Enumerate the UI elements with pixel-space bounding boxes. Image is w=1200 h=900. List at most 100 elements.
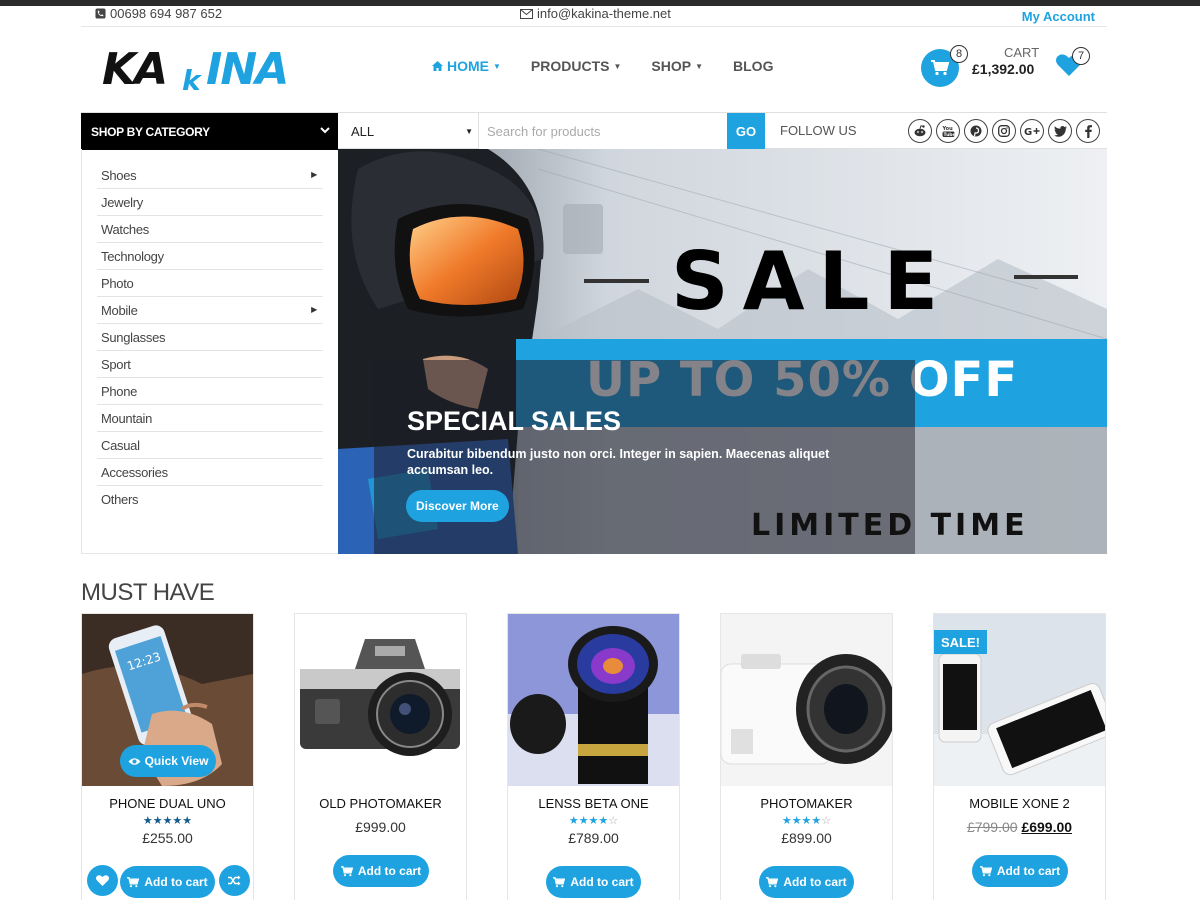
nav-products-label: PRODUCTS [530, 58, 610, 74]
hero-banner: SALE UP TO 50% OFF LIMITED TIME SPECIAL … [338, 149, 1107, 554]
sidebar-category-label: Sunglasses [101, 329, 166, 345]
product-card[interactable]: PHOTOMAKER ★★★★☆ £899.00 Add to cart [720, 613, 893, 900]
sidebar-category-item[interactable]: Sport [97, 351, 323, 378]
shop-by-category-label: SHOP BY CATEGORY [91, 124, 210, 139]
product-name[interactable]: OLD PHOTOMAKER [295, 796, 466, 811]
discover-more-button[interactable]: Discover More [406, 490, 509, 522]
product-name[interactable]: PHONE DUAL UNO [82, 796, 253, 811]
compare-button[interactable] [219, 865, 250, 896]
add-to-cart-label: Add to cart [996, 864, 1061, 878]
category-sidebar: Shoes ▶ Jewelry Watches Technology Photo Mobil… [81, 149, 338, 554]
caret-right-icon: ▶ [311, 170, 317, 179]
sidebar-category-item[interactable]: Casual [97, 432, 323, 459]
my-account-link[interactable]: My Account [1022, 9, 1095, 24]
sidebar-category-label: Photo [101, 275, 134, 291]
hero-divider-right [1014, 275, 1078, 279]
caret-down-icon: ▼ [613, 61, 622, 71]
main-nav: HOME ▼ PRODUCTS ▼ SHOP ▼ BLOG [432, 58, 803, 74]
quick-view-label: Quick View [144, 754, 209, 768]
phone-icon [95, 8, 106, 19]
cart-label[interactable]: CART [1004, 45, 1039, 60]
pinterest-icon[interactable] [964, 119, 988, 143]
product-old-price: £799.00 [966, 819, 1018, 835]
sidebar-category-item[interactable]: Mountain [97, 405, 323, 432]
add-to-wishlist-button[interactable] [87, 865, 118, 896]
product-sale-price: £699.00 [1021, 819, 1073, 835]
search-input[interactable] [479, 113, 727, 150]
add-to-cart-button[interactable]: Add to cart [333, 855, 429, 887]
product-name[interactable]: LENSS BETA ONE [508, 796, 679, 811]
product-image[interactable] [295, 614, 466, 786]
nav-home[interactable]: HOME ▼ [432, 58, 501, 74]
envelope-icon [520, 8, 533, 19]
shopping-cart-icon [979, 865, 992, 876]
nav-blog-label: BLOG [733, 58, 774, 74]
add-to-cart-button[interactable]: Add to cart [972, 855, 1068, 887]
youtube-icon[interactable]: You Tube [936, 119, 960, 143]
sidebar-category-label: Phone [101, 383, 138, 399]
product-card[interactable]: LENSS BETA ONE ★★★★☆ £789.00 Add to cart [507, 613, 680, 900]
add-to-cart-button[interactable]: Add to cart [120, 866, 215, 898]
nav-shop[interactable]: SHOP ▼ [651, 58, 703, 74]
star-icon: ★★★★ [781, 815, 822, 827]
google-plus-icon[interactable]: G [1020, 119, 1044, 143]
sidebar-category-item[interactable]: Phone [97, 378, 323, 405]
facebook-icon[interactable] [1076, 119, 1100, 143]
sidebar-category-item[interactable]: Shoes ▶ [97, 162, 323, 189]
nav-shop-label: SHOP [651, 58, 692, 74]
kakina-logo[interactable]: KA k INA [102, 44, 320, 94]
twitter-icon[interactable] [1048, 119, 1072, 143]
product-image[interactable] [508, 614, 679, 786]
product-card[interactable]: OLD PHOTOMAKER £999.00 Add to cart [294, 613, 467, 900]
heart-icon [96, 875, 109, 886]
category-select[interactable]: ALL ▼ [338, 113, 479, 150]
product-price: £999.00 [355, 819, 406, 835]
product-rating: ★★★★☆ [508, 814, 679, 827]
hero-description: Curabitur bibendum justo non orci. Integ… [407, 447, 830, 477]
sidebar-category-label: Others [101, 492, 139, 507]
hero-divider-left [584, 279, 649, 283]
sidebar-category-label: Sport [101, 356, 131, 372]
sidebar-category-label: Mobile [101, 302, 138, 318]
sidebar-category-item[interactable]: Watches [97, 216, 323, 243]
svg-text:k: k [182, 64, 203, 94]
sidebar-category-item[interactable]: Sunglasses [97, 324, 323, 351]
add-to-cart-label: Add to cart [357, 864, 422, 878]
nav-products[interactable]: PRODUCTS ▼ [531, 58, 621, 74]
shop-by-category-toggle[interactable]: SHOP BY CATEGORY [81, 113, 338, 150]
email-info: info@kakina-theme.net [520, 6, 671, 21]
email-address[interactable]: info@kakina-theme.net [537, 6, 671, 21]
sidebar-category-item[interactable]: Photo [97, 270, 323, 297]
add-to-cart-button[interactable]: Add to cart [546, 866, 641, 898]
product-name[interactable]: PHOTOMAKER [721, 796, 892, 811]
add-to-cart-button[interactable]: Add to cart [759, 866, 854, 898]
reddit-icon[interactable] [908, 119, 932, 143]
shopping-cart-icon [766, 876, 779, 887]
caret-down-icon: ▼ [465, 127, 473, 136]
caret-down-icon: ▼ [493, 61, 501, 71]
product-name[interactable]: MOBILE XONE 2 [934, 796, 1105, 811]
product-image[interactable] [721, 614, 892, 786]
svg-text:Tube: Tube [943, 132, 955, 138]
sidebar-category-item[interactable]: Mobile ▶ [97, 297, 323, 324]
search-go-button[interactable]: GO [727, 113, 765, 150]
product-card[interactable]: 12:23 Quick View PHONE DUAL UNO ★★★★★ £2… [81, 613, 254, 900]
svg-text:G: G [1024, 127, 1032, 136]
product-grid: 12:23 Quick View PHONE DUAL UNO ★★★★★ £2… [81, 613, 1107, 900]
nav-blog[interactable]: BLOG [733, 58, 773, 74]
sidebar-category-item[interactable]: Accessories [97, 459, 323, 486]
sidebar-category-item[interactable]: Technology [97, 243, 323, 270]
cart-total[interactable]: £1,392.00 [972, 61, 1034, 77]
quick-view-button[interactable]: Quick View [120, 745, 216, 777]
wishlist-count-badge: 7 [1072, 47, 1090, 65]
sale-badge: SALE! [934, 630, 987, 654]
sidebar-category-item[interactable]: Others [97, 486, 323, 513]
hero-limited-text: LIMITED TIME [751, 508, 1029, 543]
cart-count-badge: 8 [950, 45, 968, 63]
product-card[interactable]: SALE! MOBILE XONE 2 £799.00 £699.00 Add … [933, 613, 1106, 900]
caret-right-icon: ▶ [311, 305, 317, 314]
instagram-icon[interactable] [992, 119, 1016, 143]
home-icon [432, 61, 443, 71]
sidebar-category-item[interactable]: Jewelry [97, 189, 323, 216]
section-title: MUST HAVE [81, 579, 215, 606]
